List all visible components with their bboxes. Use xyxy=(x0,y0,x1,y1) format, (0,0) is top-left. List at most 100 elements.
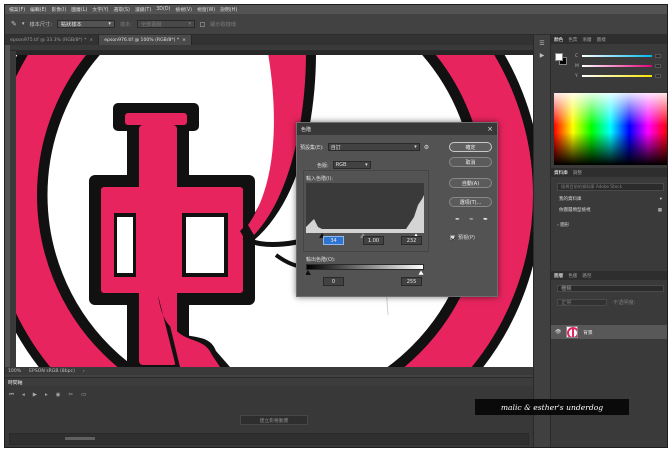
tab-layers[interactable]: 圖層 xyxy=(554,273,563,279)
slider-m-bar xyxy=(582,65,652,67)
layers-filter-value: 種類 xyxy=(561,286,572,292)
next-frame-icon[interactable]: ▸ xyxy=(45,392,48,399)
library-item-label: 圖形 xyxy=(560,223,570,228)
scissors-icon[interactable]: ✂ xyxy=(69,392,74,399)
slider-y-value[interactable] xyxy=(655,74,661,78)
eye-icon[interactable]: 👁 xyxy=(555,330,561,335)
menu-view[interactable]: 檢視(V) xyxy=(175,6,192,13)
slider-m[interactable]: M xyxy=(575,64,661,69)
history-icon[interactable]: ☰ xyxy=(538,40,547,47)
library-select[interactable]: 我的資料庫 ▾ xyxy=(557,195,664,203)
blend-mode-select[interactable]: 正常 xyxy=(557,299,607,306)
layer-row-background[interactable]: 👁 背景 xyxy=(551,325,667,339)
timeline-zoom-slider[interactable] xyxy=(65,437,95,440)
close-icon[interactable]: × xyxy=(487,125,493,133)
slider-m-value[interactable] xyxy=(655,64,661,68)
input-black-field[interactable]: 34 xyxy=(323,236,344,245)
prev-frame-icon[interactable]: ◂ xyxy=(22,392,25,399)
output-fields: 0 255 xyxy=(323,277,423,287)
first-frame-icon[interactable]: ⏮ xyxy=(9,392,14,399)
menu-layer[interactable]: 圖層(L) xyxy=(71,6,87,13)
ok-button[interactable]: 確定 xyxy=(449,142,492,152)
input-gamma-field[interactable]: 1.00 xyxy=(363,236,384,245)
library-item-graphics[interactable]: › 圖形 xyxy=(557,222,569,228)
output-black-field[interactable]: 0 xyxy=(323,277,344,286)
menu-image[interactable]: 影像(I) xyxy=(51,6,66,13)
channel-select[interactable]: RGB ▾ xyxy=(332,161,371,169)
layers-filter-select[interactable]: 種類 xyxy=(557,285,664,292)
slider-c[interactable]: C xyxy=(575,53,661,59)
slider-c-bar xyxy=(582,55,652,57)
preview-checkbox[interactable] xyxy=(450,235,455,240)
gray-eyedropper-icon[interactable]: ✒ xyxy=(468,216,475,223)
tab-swatches[interactable]: 色票 xyxy=(568,37,577,43)
tab-channels[interactable]: 色版 xyxy=(568,273,577,279)
eyedropper-tool-icon[interactable]: ✎ xyxy=(11,20,17,28)
preset-select[interactable]: 自訂 ▾ xyxy=(327,143,420,151)
create-frame-animation-button[interactable]: 建立影格動畫 xyxy=(240,415,308,425)
document-profile: EPSON sRGB (8bpc) xyxy=(29,368,75,374)
color-spectrum[interactable] xyxy=(554,93,667,165)
output-white-field[interactable]: 255 xyxy=(401,277,422,286)
opacity-control[interactable]: 不透明度: xyxy=(613,299,664,306)
menu-type[interactable]: 文字(Y) xyxy=(92,6,108,13)
menu-edit[interactable]: 編輯(E) xyxy=(30,6,46,13)
grid-view-icon[interactable]: ▦ xyxy=(658,208,662,213)
slider-y[interactable]: Y xyxy=(575,74,661,79)
library-search[interactable]: 搜尋目前的資料庫 Adobe Stock xyxy=(557,183,664,191)
tab-gradients[interactable]: 漸層 xyxy=(582,37,591,43)
audio-icon[interactable]: ◉ xyxy=(56,392,61,399)
menu-select[interactable]: 選取(S) xyxy=(114,6,130,13)
output-sliders[interactable] xyxy=(306,270,424,275)
options-button[interactable]: 選項(T)... xyxy=(449,197,492,207)
preview-toggle[interactable]: 預視(P) xyxy=(450,234,475,241)
play-icon[interactable]: ▶ xyxy=(33,392,37,399)
tab-epson976[interactable]: epson976.tif @ 100% (RGB/8*) * × xyxy=(99,35,192,45)
slider-c-label: C xyxy=(575,53,579,59)
sample-size-label: 樣本尺寸: xyxy=(29,21,52,28)
chevron-right-icon[interactable]: › xyxy=(83,369,85,374)
menu-file[interactable]: 檔案(F) xyxy=(9,6,25,13)
slider-c-value[interactable] xyxy=(655,54,661,58)
tab-label: epson976.tif @ 100% (RGB/8*) * xyxy=(104,37,180,43)
auto-button[interactable]: 自動(A) xyxy=(449,178,492,188)
black-eyedropper-icon[interactable]: ✒ xyxy=(454,216,461,223)
transition-icon[interactable]: ▭ xyxy=(81,392,86,399)
input-white-field[interactable]: 232 xyxy=(401,236,422,245)
output-black-slider[interactable] xyxy=(306,270,311,275)
library-view-select[interactable]: 依圖層類型檢視 ▦ xyxy=(557,206,664,214)
foreground-color-swatch[interactable] xyxy=(555,53,563,61)
tab-libraries[interactable]: 資料庫 xyxy=(554,170,568,176)
dialog-title: 色階 xyxy=(301,126,312,133)
output-white-slider[interactable] xyxy=(417,270,424,275)
menu-filter[interactable]: 濾鏡(T) xyxy=(135,6,151,13)
menu-3d[interactable]: 3D(D) xyxy=(156,7,170,12)
gear-icon[interactable]: ⚙ xyxy=(424,144,429,151)
preset-label: 預設集(E): xyxy=(300,144,324,151)
input-fields: 34 1.00 232 xyxy=(323,236,423,246)
tab-paths[interactable]: 路徑 xyxy=(582,273,591,279)
preview-label: 預視(P) xyxy=(458,235,475,241)
input-levels-label: 輸入色階(I): xyxy=(306,176,334,182)
chevron-down-icon[interactable]: ▾ xyxy=(22,21,25,27)
timeline-title[interactable]: 時間軸 xyxy=(8,379,22,386)
menu-help[interactable]: 說明(H) xyxy=(220,6,237,13)
close-icon[interactable]: × xyxy=(182,38,186,43)
close-icon[interactable]: × xyxy=(89,38,93,43)
zoom-level[interactable]: 100% xyxy=(8,369,21,374)
library-panel-tabs: 資料庫 調整 xyxy=(551,168,667,177)
sample-layer-select[interactable]: 全部圖層 ▾ xyxy=(137,20,196,28)
cancel-button[interactable]: 取消 xyxy=(449,157,492,167)
tab-color[interactable]: 顏色 xyxy=(554,37,563,43)
color-panel-tabs: 顏色 色票 漸層 圖樣 xyxy=(551,35,667,44)
tab-patterns[interactable]: 圖樣 xyxy=(597,37,606,43)
play-icon[interactable]: ▶ xyxy=(538,52,547,59)
document-tabs: epson975.tif @ 33.3% (RGB/8*) * × epson9… xyxy=(5,35,533,45)
tab-epson975[interactable]: epson975.tif @ 33.3% (RGB/8*) * × xyxy=(5,35,100,45)
preset-value: 自訂 xyxy=(330,144,341,151)
white-eyedropper-icon[interactable]: ✒ xyxy=(482,216,489,223)
sample-size-select[interactable]: 點狀樣本 ▾ xyxy=(56,20,115,28)
show-ring-checkbox[interactable] xyxy=(200,21,206,27)
tab-adjustments[interactable]: 調整 xyxy=(573,170,582,176)
menu-window[interactable]: 視窗(W) xyxy=(197,6,215,13)
